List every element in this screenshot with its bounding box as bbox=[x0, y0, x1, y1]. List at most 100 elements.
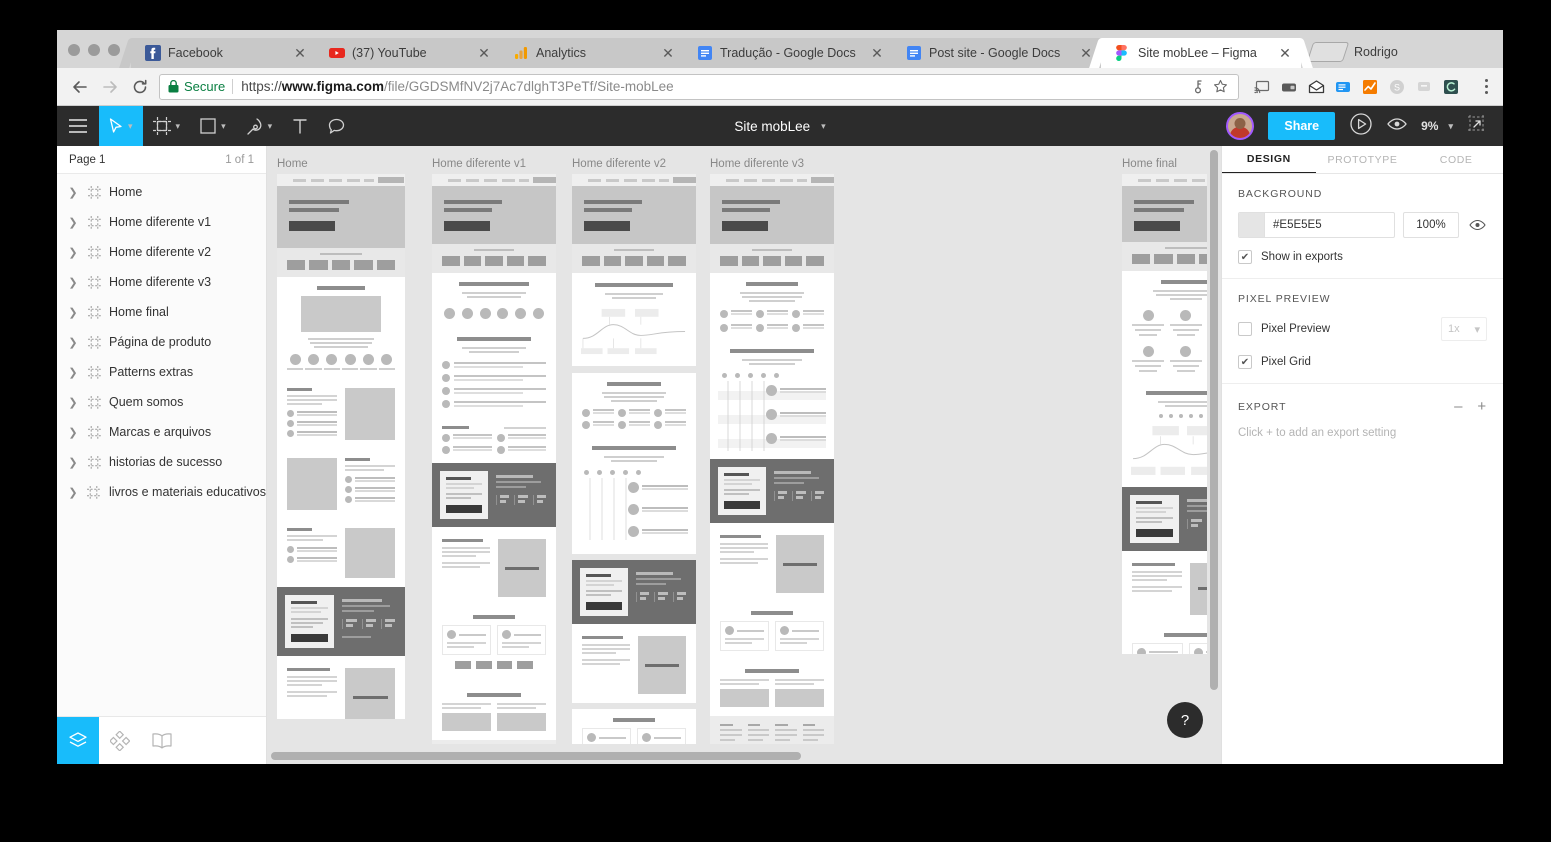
close-icon[interactable]: ✕ bbox=[869, 45, 885, 61]
wireframe-home[interactable] bbox=[277, 174, 405, 719]
wireframe-home-v3[interactable] bbox=[710, 174, 834, 744]
chevron-right-icon[interactable]: ❯ bbox=[63, 336, 83, 349]
chevron-right-icon[interactable]: ❯ bbox=[63, 276, 83, 289]
layer-item-home-diferente-v2[interactable]: ❯ Home diferente v2 bbox=[57, 237, 266, 267]
skype-icon[interactable]: S bbox=[1388, 78, 1406, 96]
chevron-down-icon[interactable]: ▾ bbox=[1448, 121, 1453, 132]
close-icon[interactable]: ✕ bbox=[292, 45, 308, 61]
chevron-right-icon[interactable]: ❯ bbox=[63, 426, 83, 439]
frame-home-diferente-v1[interactable]: Home diferente v1 bbox=[432, 158, 556, 744]
chevron-right-icon[interactable]: ❯ bbox=[63, 216, 83, 229]
layer-item-patterns-extras[interactable]: ❯ Patterns extras bbox=[57, 357, 266, 387]
chevron-right-icon[interactable]: ❯ bbox=[63, 456, 83, 469]
chevron-down-icon[interactable]: ▾ bbox=[221, 121, 226, 132]
remove-export-button[interactable]: – bbox=[1454, 398, 1463, 415]
bookmark-star-icon[interactable] bbox=[1210, 77, 1230, 97]
maximize-window-button[interactable] bbox=[108, 44, 120, 56]
chevron-right-icon[interactable]: ❯ bbox=[63, 366, 83, 379]
chevron-right-icon[interactable]: ❯ bbox=[63, 396, 83, 409]
wireframe-home-v1[interactable] bbox=[432, 174, 556, 744]
layer-item-home-diferente-v3[interactable]: ❯ Home diferente v3 bbox=[57, 267, 266, 297]
eye-icon[interactable] bbox=[1467, 219, 1487, 231]
move-tool-button[interactable]: ▾ bbox=[99, 106, 143, 146]
hamburger-menu-icon[interactable] bbox=[57, 106, 99, 146]
cast-icon[interactable] bbox=[1253, 78, 1271, 96]
tab-design[interactable]: DESIGN bbox=[1222, 146, 1316, 173]
book-icon[interactable] bbox=[141, 717, 183, 764]
background-color-field[interactable]: #E5E5E5 bbox=[1238, 212, 1395, 238]
comment-tool-button[interactable] bbox=[318, 106, 355, 146]
browser-tab-facebook[interactable]: Facebook ✕ bbox=[131, 38, 316, 68]
chevron-down-icon[interactable]: ▾ bbox=[1474, 323, 1480, 336]
figma-canvas[interactable]: Home Home diferente v1 Home diferente v2… bbox=[267, 146, 1221, 764]
reload-icon[interactable] bbox=[125, 72, 155, 102]
kebab-menu-icon[interactable] bbox=[1477, 79, 1495, 94]
close-icon[interactable]: ✕ bbox=[476, 45, 492, 61]
wireframe-home-v2[interactable] bbox=[572, 174, 696, 744]
close-window-button[interactable] bbox=[68, 44, 80, 56]
layer-item-home-final[interactable]: ❯ Home final bbox=[57, 297, 266, 327]
chevron-right-icon[interactable]: ❯ bbox=[63, 306, 83, 319]
key-icon[interactable] bbox=[1188, 77, 1208, 97]
fullscreen-icon[interactable] bbox=[1467, 114, 1487, 139]
page-header[interactable]: Page 1 1 of 1 bbox=[57, 146, 266, 174]
chevron-right-icon[interactable]: ❯ bbox=[63, 246, 83, 259]
frame-home[interactable]: Home bbox=[277, 158, 405, 719]
browser-tab-site-moblee-figma[interactable]: Site mobLee – Figma ✕ bbox=[1101, 38, 1301, 68]
pen-tool-button[interactable]: ▾ bbox=[236, 106, 283, 146]
chevron-right-icon[interactable]: ❯ bbox=[63, 486, 83, 499]
show-in-exports-row[interactable]: ✔ Show in exports bbox=[1238, 250, 1487, 264]
opacity-field[interactable]: 100% bbox=[1403, 212, 1459, 238]
canvas-horizontal-scrollbar[interactable] bbox=[267, 748, 1221, 764]
pixel-preview-scale-select[interactable]: 1x ▾ bbox=[1441, 317, 1487, 341]
canvas-vertical-scrollbar[interactable] bbox=[1207, 146, 1221, 748]
frame-tool-button[interactable]: ▾ bbox=[143, 106, 191, 146]
layer-item-historias-de-sucesso[interactable]: ❯ historias de sucesso bbox=[57, 447, 266, 477]
minimize-window-button[interactable] bbox=[88, 44, 100, 56]
layer-item-home[interactable]: ❯ Home bbox=[57, 177, 266, 207]
pixel-grid-checkbox[interactable]: ✔ bbox=[1238, 355, 1252, 369]
pocket-icon[interactable] bbox=[1280, 78, 1298, 96]
browser-tab-analytics[interactable]: Analytics ✕ bbox=[499, 38, 684, 68]
color-swatch[interactable] bbox=[1239, 213, 1265, 237]
avatar[interactable] bbox=[1226, 112, 1255, 140]
frame-home-diferente-v3[interactable]: Home diferente v3 bbox=[710, 158, 834, 744]
layer-item-livros-e-materiais-educativos[interactable]: ❯ livros e materiais educativos bbox=[57, 477, 266, 507]
tab-code[interactable]: CODE bbox=[1409, 146, 1503, 173]
add-export-button[interactable]: + bbox=[1477, 398, 1487, 415]
grammarly-icon[interactable] bbox=[1442, 78, 1460, 96]
frame-home-diferente-v2[interactable]: Home diferente v2 bbox=[572, 158, 696, 744]
layer-item-marcas-e-arquivos[interactable]: ❯ Marcas e arquivos bbox=[57, 417, 266, 447]
chevron-down-icon[interactable]: ▾ bbox=[268, 121, 273, 132]
browser-tab-traducao-google-docs[interactable]: Tradução - Google Docs ✕ bbox=[683, 38, 893, 68]
pixel-preview-row[interactable]: Pixel Preview 1x ▾ bbox=[1238, 317, 1487, 341]
zoom-level-control[interactable]: 9% ▾ bbox=[1421, 119, 1453, 133]
text-tool-button[interactable] bbox=[282, 106, 318, 146]
layer-item-pagina-de-produto[interactable]: ❯ Página de produto bbox=[57, 327, 266, 357]
layers-icon[interactable] bbox=[57, 717, 99, 764]
share-button[interactable]: Share bbox=[1268, 112, 1336, 140]
present-play-icon[interactable] bbox=[1349, 112, 1373, 141]
close-icon[interactable]: ✕ bbox=[1277, 45, 1293, 61]
color-hex-value[interactable]: #E5E5E5 bbox=[1265, 219, 1322, 231]
eye-icon[interactable] bbox=[1387, 117, 1407, 136]
close-icon[interactable]: ✕ bbox=[660, 45, 676, 61]
layer-item-quem-somos[interactable]: ❯ Quem somos bbox=[57, 387, 266, 417]
scrollbar-thumb[interactable] bbox=[1210, 150, 1218, 690]
evernote-icon[interactable] bbox=[1334, 78, 1352, 96]
address-bar[interactable]: Secure https://www.figma.com/file/GGDSMf… bbox=[159, 73, 1239, 100]
help-button[interactable]: ? bbox=[1167, 702, 1203, 738]
show-in-exports-checkbox[interactable]: ✔ bbox=[1238, 250, 1252, 264]
pixel-preview-checkbox[interactable] bbox=[1238, 322, 1252, 336]
analytics-icon[interactable] bbox=[1361, 78, 1379, 96]
chevron-down-icon[interactable]: ▾ bbox=[821, 121, 826, 132]
shape-tool-button[interactable]: ▾ bbox=[190, 106, 236, 146]
pixel-grid-row[interactable]: ✔ Pixel Grid bbox=[1238, 355, 1487, 369]
layer-item-home-diferente-v1[interactable]: ❯ Home diferente v1 bbox=[57, 207, 266, 237]
components-icon[interactable] bbox=[99, 717, 141, 764]
tab-prototype[interactable]: PROTOTYPE bbox=[1316, 146, 1410, 173]
mail-icon[interactable] bbox=[1307, 78, 1325, 96]
back-icon[interactable] bbox=[65, 72, 95, 102]
scrollbar-thumb[interactable] bbox=[271, 752, 801, 760]
browser-tab-post-site-google-docs[interactable]: Post site - Google Docs ✕ bbox=[892, 38, 1102, 68]
